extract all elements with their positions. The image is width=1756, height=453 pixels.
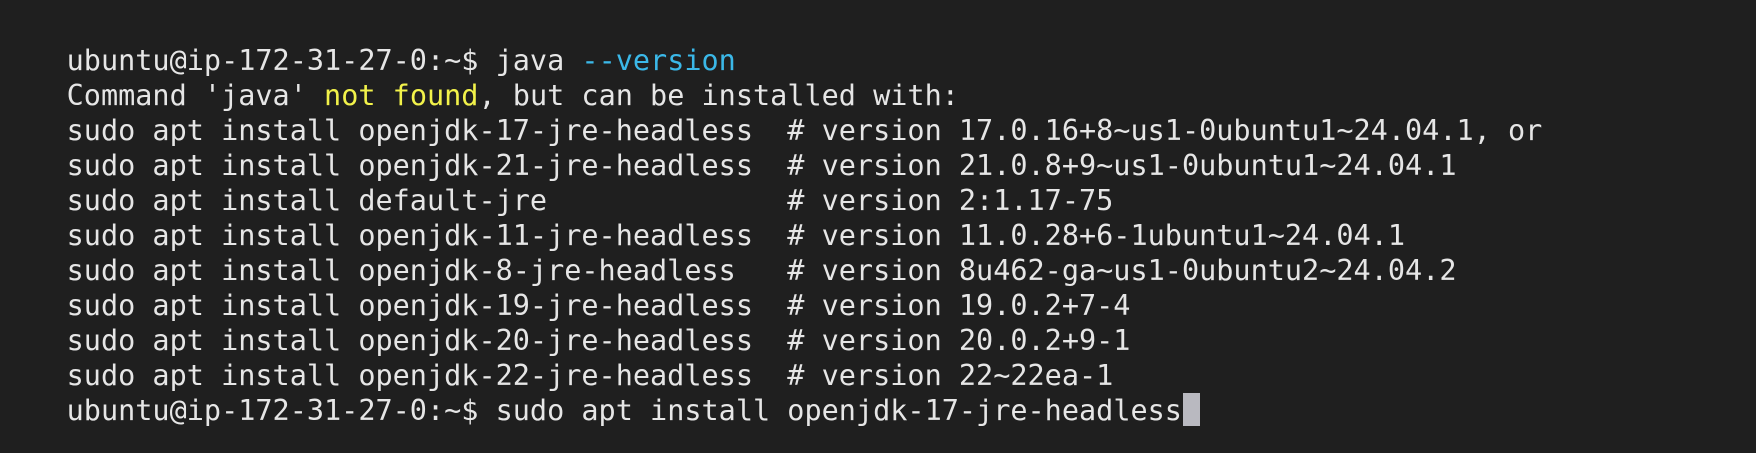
suggestion-line: sudo apt install openjdk-20-jre-headless… [0,282,1131,357]
suggestion-line: sudo apt install openjdk-8-jre-headless … [0,212,1457,287]
suggestion-line: sudo apt install default-jre # version 2… [0,142,1114,217]
suggestion-line: sudo apt install openjdk-17-jre-headless… [0,72,1543,147]
command-line-java-version: ubuntu@ip-172-31-27-0:~$ java --version [0,2,736,77]
command-input-text[interactable]: sudo apt install openjdk-17-jre-headless [496,394,1182,427]
shell-prompt: ubuntu@ip-172-31-27-0:~$ [66,394,496,427]
suggestion-line: sudo apt install openjdk-11-jre-headless… [0,177,1405,252]
terminal-window[interactable]: ubuntu@ip-172-31-27-0:~$ java --version … [0,0,1756,453]
suggestion-line: sudo apt install openjdk-21-jre-headless… [0,107,1457,182]
command-input-line[interactable]: ubuntu@ip-172-31-27-0:~$ sudo apt instal… [0,352,1200,427]
error-message: Command 'java' not found, but can be ins… [0,37,959,112]
suggestion-line: sudo apt install openjdk-19-jre-headless… [0,247,1131,322]
suggestion-line: sudo apt install openjdk-22-jre-headless… [0,317,1114,392]
text-cursor [1182,393,1200,426]
